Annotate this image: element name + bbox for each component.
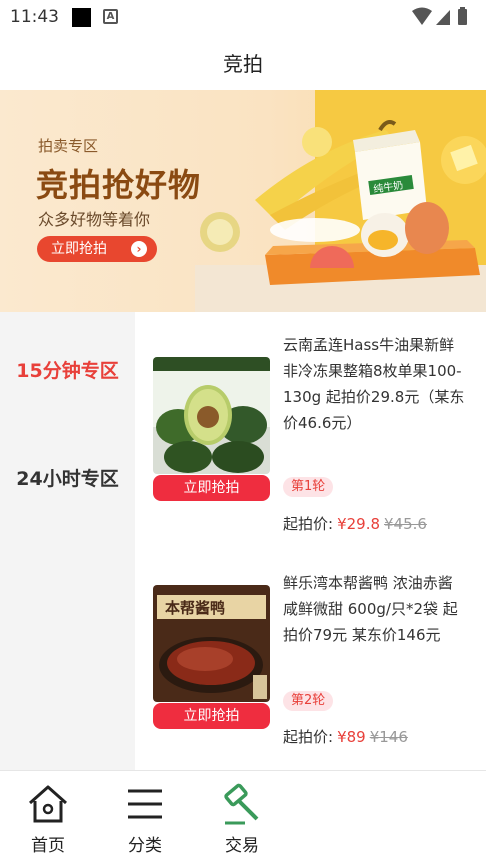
sidebar-item-15min[interactable]: 15分钟专区 [0, 356, 135, 383]
bottom-nav: 首页 分类 交易 [0, 770, 486, 864]
original-price: ¥45.6 [384, 515, 427, 533]
app-header: 竞拍 [0, 34, 486, 90]
battery-icon [458, 9, 467, 25]
product-image-duck: 本帮酱鸭 [153, 585, 270, 702]
current-price: ¥29.8 [337, 515, 381, 533]
price-label: 起拍价: [283, 515, 334, 533]
zone-sidebar: 15分钟专区 24小时专区 [0, 312, 135, 770]
grab-button[interactable]: 立即抢拍 [153, 703, 270, 729]
nav-item-home[interactable]: 首页 [0, 781, 96, 856]
nav-label-trade: 交易 [225, 836, 259, 856]
product-card[interactable]: 立即抢拍 云南孟连Hass牛油果新鲜非冷冻果整箱8枚单果100-130g 起拍价… [135, 312, 486, 542]
nav-item-trade[interactable]: 交易 [194, 781, 290, 856]
product-name: 云南孟连Hass牛油果新鲜非冷冻果整箱8枚单果100-130g 起拍价29.8元… [283, 336, 465, 432]
package-text: 本帮酱鸭 [165, 599, 225, 617]
auction-hammer-icon [224, 783, 259, 825]
price-label: 起拍价: [283, 728, 334, 746]
notification-square-icon [72, 8, 91, 27]
banner-subtitle: 拍卖专区 [38, 137, 99, 155]
sidebar-item-24h[interactable]: 24小时专区 [0, 464, 135, 491]
banner-title: 竞拍抢好物 [36, 166, 202, 204]
nav-label-home: 首页 [31, 836, 65, 856]
original-price: ¥146 [369, 728, 408, 746]
product-image-avocado [153, 357, 270, 474]
banner-grab-button[interactable]: 立即抢拍 › [37, 236, 157, 262]
arrow-right-icon: › [131, 241, 147, 257]
status-bar: 11:43 A [0, 0, 486, 34]
price-row: 起拍价: ¥29.8 ¥45.6 [283, 513, 427, 534]
round-badge: 第1轮 [283, 477, 334, 497]
grab-button[interactable]: 立即抢拍 [153, 475, 270, 501]
banner-button-label: 立即抢拍 [51, 241, 107, 257]
auction-banner[interactable]: 拍卖专区 竞拍抢好物 众多好物等着你 立即抢拍 › 纯牛奶 [0, 90, 486, 312]
notification-a-icon: A [103, 9, 118, 24]
product-name: 鲜乐湾本帮酱鸭 浓油赤酱 咸鲜微甜 600g/只*2袋 起拍价79元 某东价14… [283, 574, 458, 644]
status-time: 11:43 [10, 7, 59, 27]
round-badge: 第2轮 [283, 691, 334, 711]
menu-list-icon [128, 789, 162, 819]
current-price: ¥89 [337, 728, 366, 746]
signal-icon [436, 10, 450, 25]
product-card[interactable]: 本帮酱鸭 立即抢拍 鲜乐湾本帮酱鸭 浓油赤酱 咸鲜微甜 600g/只*2袋 起拍… [135, 540, 486, 770]
nav-label-category: 分类 [128, 836, 162, 856]
home-icon [29, 785, 67, 823]
page-title: 竞拍 [223, 52, 263, 76]
banner-illustration: 纯牛奶 [195, 120, 486, 312]
banner-desc: 众多好物等着你 [38, 210, 151, 229]
price-row: 起拍价: ¥89 ¥146 [283, 726, 408, 747]
wifi-icon [412, 7, 432, 25]
status-icons [412, 7, 467, 25]
nav-item-category[interactable]: 分类 [97, 781, 193, 856]
